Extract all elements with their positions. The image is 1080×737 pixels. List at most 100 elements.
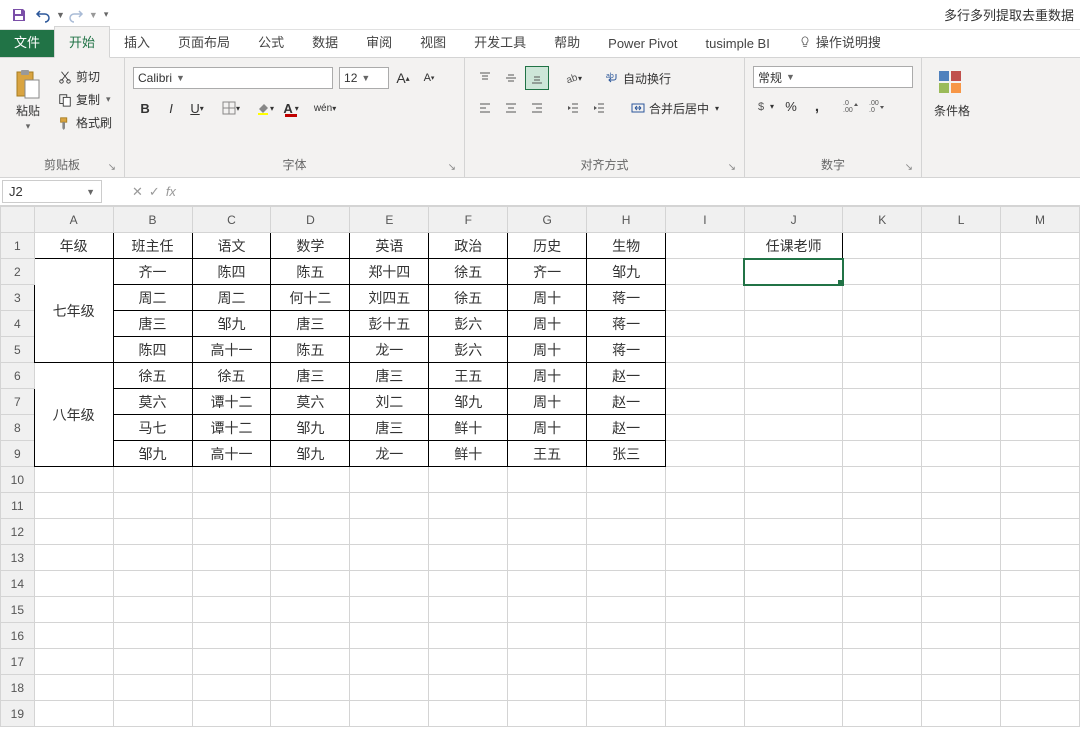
cell[interactable] bbox=[113, 545, 192, 571]
row-header[interactable]: 2 bbox=[1, 259, 35, 285]
redo-icon[interactable] bbox=[65, 4, 87, 26]
cell[interactable]: 陈四 bbox=[113, 337, 192, 363]
cell[interactable] bbox=[350, 519, 429, 545]
cell[interactable] bbox=[34, 545, 113, 571]
cell[interactable]: 政治 bbox=[429, 233, 508, 259]
fx-icon[interactable]: fx bbox=[166, 184, 176, 199]
percent-format-icon[interactable]: % bbox=[779, 94, 803, 118]
column-header[interactable]: H bbox=[587, 207, 666, 233]
cell[interactable] bbox=[843, 233, 922, 259]
cell[interactable] bbox=[1001, 337, 1080, 363]
cell[interactable] bbox=[843, 415, 922, 441]
tab-insert[interactable]: 插入 bbox=[110, 27, 164, 57]
cell[interactable] bbox=[508, 571, 587, 597]
cell[interactable] bbox=[350, 545, 429, 571]
cell[interactable] bbox=[666, 675, 745, 701]
cell[interactable] bbox=[744, 363, 843, 389]
cell[interactable]: 周二 bbox=[113, 285, 192, 311]
cell[interactable] bbox=[34, 623, 113, 649]
cell[interactable]: 邹九 bbox=[192, 311, 271, 337]
number-launcher-icon[interactable]: ↘ bbox=[905, 162, 913, 173]
cell[interactable]: 蒋一 bbox=[587, 337, 666, 363]
row-header[interactable]: 11 bbox=[1, 493, 35, 519]
cell[interactable]: 邹九 bbox=[587, 259, 666, 285]
cell[interactable]: 鲜十 bbox=[429, 415, 508, 441]
cell[interactable] bbox=[843, 311, 922, 337]
column-header[interactable]: G bbox=[508, 207, 587, 233]
orientation-icon[interactable]: ab▾ bbox=[561, 66, 585, 90]
cell[interactable] bbox=[843, 701, 922, 727]
cell[interactable] bbox=[508, 467, 587, 493]
tab-pagelayout[interactable]: 页面布局 bbox=[164, 27, 244, 57]
cell[interactable] bbox=[192, 493, 271, 519]
row-header[interactable]: 15 bbox=[1, 597, 35, 623]
cell[interactable] bbox=[843, 337, 922, 363]
cell[interactable] bbox=[1001, 259, 1080, 285]
cell[interactable]: 数学 bbox=[271, 233, 350, 259]
cell[interactable] bbox=[744, 285, 843, 311]
row-header[interactable]: 8 bbox=[1, 415, 35, 441]
cell[interactable] bbox=[508, 545, 587, 571]
cell[interactable] bbox=[508, 597, 587, 623]
cell[interactable]: 周二 bbox=[192, 285, 271, 311]
cell[interactable]: 邹九 bbox=[429, 389, 508, 415]
cell[interactable] bbox=[1001, 441, 1080, 467]
cell[interactable] bbox=[843, 545, 922, 571]
alignment-launcher-icon[interactable]: ↘ bbox=[728, 162, 736, 173]
font-color-button[interactable]: A▾ bbox=[279, 96, 303, 120]
cell[interactable]: 唐三 bbox=[271, 311, 350, 337]
font-launcher-icon[interactable]: ↘ bbox=[448, 162, 456, 173]
cell[interactable] bbox=[113, 649, 192, 675]
cell[interactable] bbox=[666, 701, 745, 727]
cell[interactable] bbox=[587, 675, 666, 701]
cell[interactable] bbox=[922, 441, 1001, 467]
cell[interactable]: 谭十二 bbox=[192, 415, 271, 441]
column-header[interactable]: A bbox=[34, 207, 113, 233]
cell[interactable] bbox=[350, 649, 429, 675]
cell[interactable] bbox=[922, 571, 1001, 597]
formula-input[interactable] bbox=[184, 178, 1080, 205]
cell[interactable]: 赵一 bbox=[587, 389, 666, 415]
cell[interactable]: 唐三 bbox=[271, 363, 350, 389]
cell[interactable] bbox=[666, 623, 745, 649]
cell[interactable] bbox=[744, 623, 843, 649]
tab-home[interactable]: 开始 bbox=[54, 26, 110, 58]
row-header[interactable]: 16 bbox=[1, 623, 35, 649]
cell[interactable]: 徐五 bbox=[429, 285, 508, 311]
cell[interactable] bbox=[1001, 467, 1080, 493]
borders-button[interactable]: ▾ bbox=[219, 96, 243, 120]
column-header[interactable]: M bbox=[1001, 207, 1080, 233]
cell[interactable] bbox=[1001, 233, 1080, 259]
cell[interactable] bbox=[843, 649, 922, 675]
tab-data[interactable]: 数据 bbox=[298, 27, 352, 57]
cell[interactable] bbox=[271, 571, 350, 597]
cell[interactable] bbox=[34, 649, 113, 675]
cell[interactable]: 唐三 bbox=[350, 363, 429, 389]
cell[interactable] bbox=[744, 597, 843, 623]
row-header[interactable]: 19 bbox=[1, 701, 35, 727]
cell[interactable] bbox=[113, 493, 192, 519]
cell[interactable]: 徐五 bbox=[429, 259, 508, 285]
cell[interactable] bbox=[350, 701, 429, 727]
cell[interactable] bbox=[744, 545, 843, 571]
cell[interactable] bbox=[113, 623, 192, 649]
cell[interactable] bbox=[34, 519, 113, 545]
cell[interactable]: 龙一 bbox=[350, 441, 429, 467]
align-right-icon[interactable] bbox=[525, 96, 549, 120]
cell[interactable] bbox=[843, 571, 922, 597]
tab-powerpivot[interactable]: Power Pivot bbox=[594, 31, 691, 57]
row-header[interactable]: 5 bbox=[1, 337, 35, 363]
cell[interactable] bbox=[1001, 675, 1080, 701]
select-all-corner[interactable] bbox=[1, 207, 35, 233]
cell[interactable] bbox=[429, 493, 508, 519]
cell[interactable] bbox=[350, 623, 429, 649]
decrease-decimal-icon[interactable]: .00.0 bbox=[865, 94, 889, 118]
cell[interactable] bbox=[271, 493, 350, 519]
cell[interactable]: 任课老师 bbox=[744, 233, 843, 259]
cell[interactable]: 彭六 bbox=[429, 337, 508, 363]
align-middle-icon[interactable] bbox=[499, 66, 523, 90]
cell[interactable] bbox=[666, 337, 745, 363]
cell[interactable] bbox=[744, 701, 843, 727]
cell[interactable] bbox=[271, 675, 350, 701]
cell[interactable] bbox=[113, 467, 192, 493]
